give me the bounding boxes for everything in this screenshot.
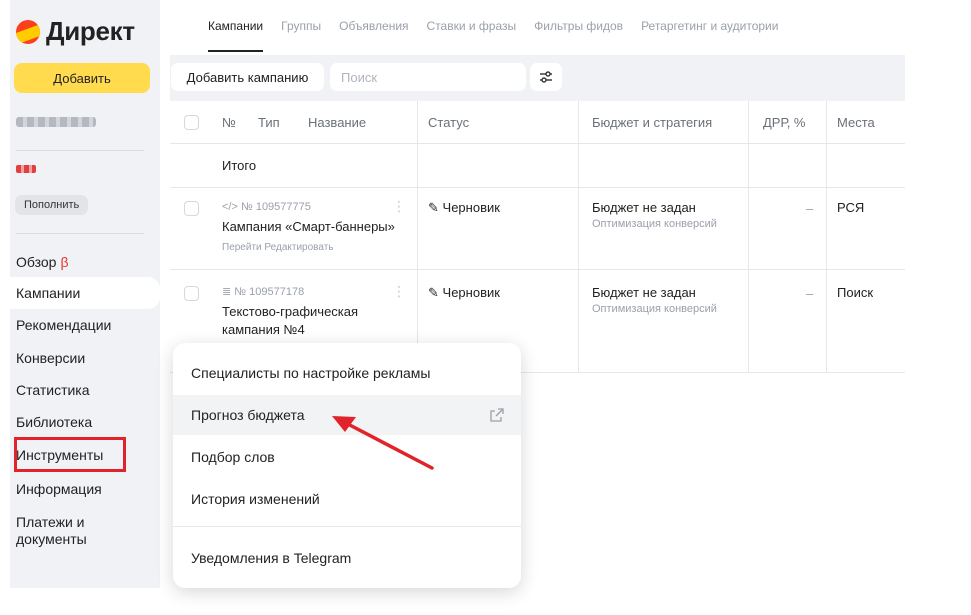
column-divider [748,101,749,373]
row-divider [170,269,905,270]
total-label: Итого [222,158,257,173]
row-divider [170,187,905,188]
filter-settings-button[interactable] [530,63,562,91]
tab-retargeting[interactable]: Ретаргетинг и аудитории [641,19,778,52]
account-balance [16,165,36,173]
tools-dropdown-menu: Специалисты по настройке рекламы Прогноз… [173,343,521,588]
campaign-name-cont[interactable]: кампания №4 [222,321,305,338]
menu-item-ad-specialists[interactable]: Специалисты по настройке рекламы [173,353,521,393]
account-login[interactable] [16,117,96,127]
campaign-name[interactable]: Кампания «Смарт-баннеры» [222,218,395,235]
campaign-name[interactable]: Текстово-графическая [222,303,358,320]
tools-highlight-frame [14,437,126,472]
campaign-number[interactable]: </> № 109577775 [222,199,311,216]
sidebar-divider [16,233,144,234]
kebab-menu-icon[interactable]: ⋮ [392,198,406,215]
header-status[interactable]: Статус [428,115,469,130]
go-link[interactable]: Перейти [222,242,262,253]
topup-button[interactable]: Пополнить [15,195,89,215]
sidebar-item-conversions[interactable]: Конверсии [16,350,85,366]
header-number[interactable]: № [222,115,236,130]
column-divider [417,101,418,373]
tab-campaigns[interactable]: Кампании [208,19,264,52]
add-button[interactable]: Добавить [14,63,150,93]
header-drr[interactable]: ДРР, % [763,115,805,130]
tab-groups[interactable]: Группы [281,19,321,52]
budget-cell[interactable]: Бюджет не задан [592,284,696,301]
campaign-number[interactable]: ≣ № 109577178 [222,284,304,301]
places-cell: Поиск [837,285,874,300]
add-campaign-button[interactable]: Добавить кампанию [171,63,324,91]
search-input[interactable] [330,63,526,91]
budget-cell[interactable]: Бюджет не задан [592,199,696,216]
row-divider [170,143,905,144]
header-places[interactable]: Места [837,115,875,130]
drr-cell: – [806,286,814,301]
sidebar-item-recommendations[interactable]: Рекомендации [16,317,111,333]
external-link-icon [490,408,504,422]
status-cell: ✎ Черновик [428,200,500,215]
row-checkbox[interactable] [184,201,199,216]
sidebar-item-statistics[interactable]: Статистика [16,382,90,398]
select-all-checkbox[interactable] [184,115,199,130]
sidebar-item-overview[interactable]: Обзор β [16,254,69,270]
strategy-cell: Оптимизация конверсий [592,303,717,315]
sidebar-item-payments[interactable]: Платежи и документы [16,514,126,548]
menu-item-keyword-selection[interactable]: Подбор слов [173,437,521,477]
menu-item-change-history[interactable]: История изменений [173,479,521,519]
sidebar-divider [16,150,144,151]
brand-name: Директ [46,16,135,46]
status-cell: ✎ Черновик [428,285,500,300]
filter-settings-icon [540,71,552,83]
header-type[interactable]: Тип [258,115,280,130]
places-cell: РСЯ [837,200,865,215]
menu-item-budget-forecast[interactable]: Прогноз бюджета [173,395,521,435]
sidebar-item-library[interactable]: Библиотека [16,414,92,430]
header-budget-strategy[interactable]: Бюджет и стратегия [592,115,712,130]
tab-feed-filters[interactable]: Фильтры фидов [534,19,623,52]
menu-item-telegram-notifications[interactable]: Уведомления в Telegram [173,538,521,578]
edit-link[interactable]: Редактировать [264,242,333,253]
logo-icon [16,19,40,44]
pencil-icon: ✎ [428,200,439,215]
brand-logo[interactable]: Директ [16,16,135,47]
sidebar-item-campaigns[interactable]: Кампании [16,285,80,301]
text-graphic-icon: ≣ [222,286,232,298]
tab-bids-phrases[interactable]: Ставки и фразы [427,19,517,52]
row-checkbox[interactable] [184,286,199,301]
sidebar-item-information[interactable]: Информация [16,481,102,497]
beta-badge: β [60,254,69,270]
kebab-menu-icon[interactable]: ⋮ [392,283,406,300]
menu-divider [173,526,521,527]
tab-ads[interactable]: Объявления [339,19,408,52]
drr-cell: – [806,201,814,216]
section-tabs: Кампании Группы Объявления Ставки и фраз… [208,19,796,52]
strategy-cell: Оптимизация конверсий [592,218,717,230]
campaign-actions: Перейти Редактировать [222,239,333,256]
column-divider [578,101,579,373]
header-name[interactable]: Название [308,115,366,130]
menu-item-label: Прогноз бюджета [191,407,305,423]
column-divider [826,101,827,373]
pencil-icon: ✎ [428,285,439,300]
code-icon: </> [222,201,238,213]
